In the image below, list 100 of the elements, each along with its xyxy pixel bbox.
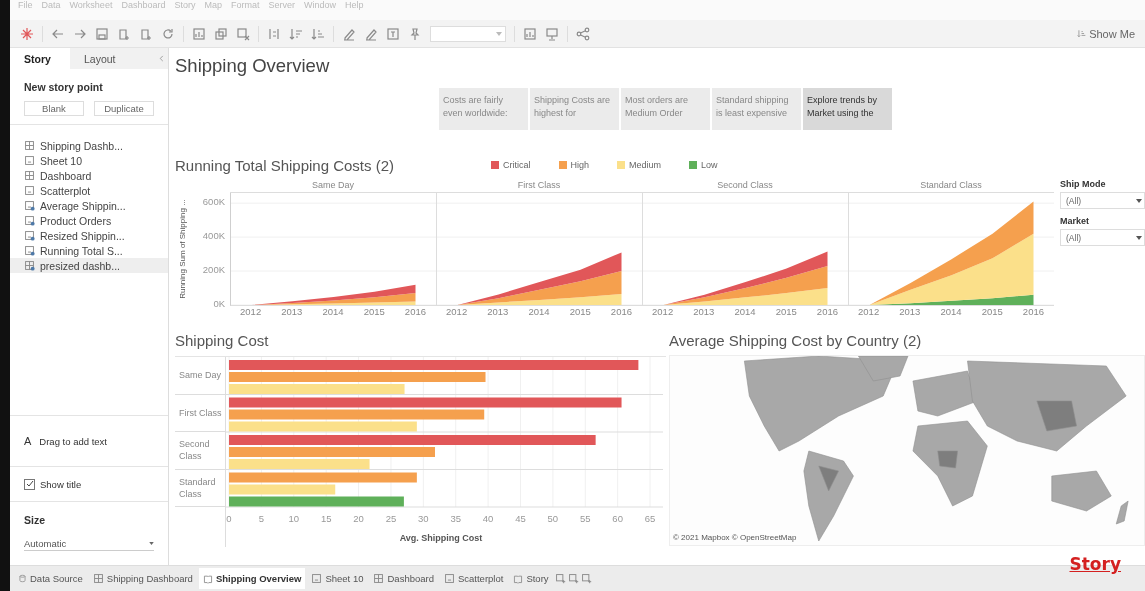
axis-tick-label: 2016 <box>1021 306 1045 319</box>
sheet-icon <box>24 185 35 196</box>
dashboard-icon <box>373 573 385 584</box>
size-dropdown[interactable]: Automatic <box>24 536 154 551</box>
sheet-icon <box>24 200 35 211</box>
dashboard-icon <box>24 140 35 151</box>
axis-tick-label: 2012 <box>445 306 469 319</box>
new-story-icon[interactable] <box>580 573 592 584</box>
axis-tick-label: 2013 <box>280 306 304 319</box>
caret-icon <box>496 31 502 36</box>
axis-tick-label: 0 <box>226 513 232 524</box>
section-title: New story point <box>24 81 104 93</box>
sheet-tab[interactable]: Data Source <box>14 568 87 589</box>
story-point[interactable]: Explore trends by Market using the <box>803 88 892 130</box>
filter-dropdown[interactable]: (All) <box>1060 192 1145 209</box>
sheet-tab[interactable]: Story <box>509 568 553 589</box>
axis-tick-label: 2013 <box>692 306 716 319</box>
sheet-item[interactable]: Dashboard <box>10 168 168 183</box>
axis-tick-label: 45 <box>515 513 526 524</box>
axis-tick-label: 2015 <box>568 306 592 319</box>
panel-header: Standard Class <box>848 179 1054 193</box>
axis-tick-label: 40 <box>482 513 494 524</box>
sheet-item[interactable]: Running Total S... <box>10 243 168 258</box>
new-worksheet-icon[interactable] <box>192 26 206 41</box>
chart-title: Shipping Cost <box>175 332 270 349</box>
sort-ascending-icon[interactable] <box>289 26 303 41</box>
sheet-item[interactable]: Sheet 10 <box>10 153 168 168</box>
legend-label: Low <box>701 160 718 170</box>
swap-icon[interactable] <box>267 26 281 41</box>
map-attribution: © 2021 Mapbox © OpenStreetMap <box>673 533 797 542</box>
axis-tick-label: 2015 <box>774 306 798 319</box>
text-label-icon[interactable] <box>386 26 400 41</box>
share-icon[interactable] <box>576 26 590 41</box>
collapse-icon[interactable] <box>157 54 166 63</box>
dashboard-icon <box>92 573 104 584</box>
chart-title: Running Total Shipping Costs (2) <box>175 156 395 174</box>
filter-title: Market <box>1060 216 1090 226</box>
refresh-icon[interactable] <box>161 26 175 41</box>
category-label: Second Class <box>179 438 211 463</box>
sheet-icon <box>24 215 35 226</box>
axis-tick-label: 10 <box>288 513 300 524</box>
axis-tick-label: 2012 <box>857 306 881 319</box>
axis-tick-label: 65 <box>644 513 656 524</box>
show-me-button[interactable]: Show Me <box>1077 27 1135 40</box>
axis-tick-label: 5 <box>258 513 265 524</box>
sheet-icon <box>311 573 323 584</box>
axis-tick-label: 2013 <box>898 306 922 319</box>
logo-icon[interactable] <box>20 26 34 41</box>
sheet-item[interactable]: Resized Shippin... <box>10 228 168 243</box>
save-icon[interactable] <box>95 26 109 41</box>
story-point-button[interactable]: Blank <box>24 101 84 116</box>
database-icon <box>18 574 27 583</box>
duplicate-icon[interactable] <box>214 26 228 41</box>
sheet-tab[interactable]: Shipping Overview <box>198 568 306 589</box>
axis-tick-label: 2014 <box>733 306 757 319</box>
axis-tick-label: 2014 <box>321 306 345 319</box>
axis-tick-label: 2015 <box>980 306 1004 319</box>
checkbox-label: Show title <box>40 478 82 490</box>
axis-tick-label: 2014 <box>527 306 551 319</box>
sheet-tab[interactable]: Sheet 10 <box>307 568 368 589</box>
axis-tick-label: 2015 <box>362 306 386 319</box>
sheet-item[interactable]: Shipping Dashb... <box>10 138 168 153</box>
new-dashboard-icon[interactable] <box>567 573 579 584</box>
axis-tick-label: 2013 <box>486 306 510 319</box>
drag-text-item[interactable]: A Drag to add text <box>10 415 168 467</box>
pin-icon[interactable] <box>408 26 422 41</box>
sheet-icon <box>443 573 455 584</box>
sort-descending-icon[interactable] <box>311 26 325 41</box>
panel-header: Same Day <box>230 179 436 193</box>
axis-tick-label: 600K <box>202 196 225 208</box>
sheet-icon <box>24 245 35 256</box>
clear-sheet-icon[interactable] <box>236 26 250 41</box>
checkbox[interactable] <box>24 478 35 490</box>
story-point-button[interactable]: Duplicate <box>94 101 154 116</box>
axis-title: Running Sum of Shipping ... <box>178 199 187 299</box>
sheet-item[interactable]: presized dashb... <box>10 258 168 273</box>
sheet-item[interactable]: Scatterplot <box>10 183 168 198</box>
axis-tick-label: 2014 <box>939 306 963 319</box>
sheet-tab[interactable]: Scatterplot <box>439 568 508 589</box>
panel-tab[interactable]: Story <box>10 48 70 69</box>
caret-icon <box>149 541 154 545</box>
presentation-icon[interactable] <box>545 26 559 41</box>
new-worksheet-icon[interactable] <box>554 573 566 584</box>
chart-title: Average Shipping Cost by Country (2) <box>669 332 923 349</box>
legend-label: Critical <box>503 160 531 170</box>
legend-label: High <box>570 160 590 170</box>
sheet-item[interactable]: Product Orders <box>10 213 168 228</box>
sheet-item[interactable]: Average Shippin... <box>10 198 168 213</box>
panel-header: Second Class <box>642 179 848 193</box>
axis-tick-label: 30 <box>418 513 429 524</box>
sheet-tab[interactable]: Dashboard <box>369 568 438 589</box>
axis-tick-label: 55 <box>580 513 591 524</box>
sheet-tab[interactable]: Shipping Dashboard <box>88 568 197 589</box>
dashboard-icon <box>24 260 35 271</box>
section-title: Size <box>24 514 46 526</box>
legend-label: Medium <box>629 160 662 170</box>
fit-dropdown[interactable] <box>430 25 506 42</box>
axis-tick-label: 20 <box>353 513 364 524</box>
filter-dropdown[interactable]: (All) <box>1060 229 1145 246</box>
axis-tick-label: 50 <box>547 513 559 524</box>
